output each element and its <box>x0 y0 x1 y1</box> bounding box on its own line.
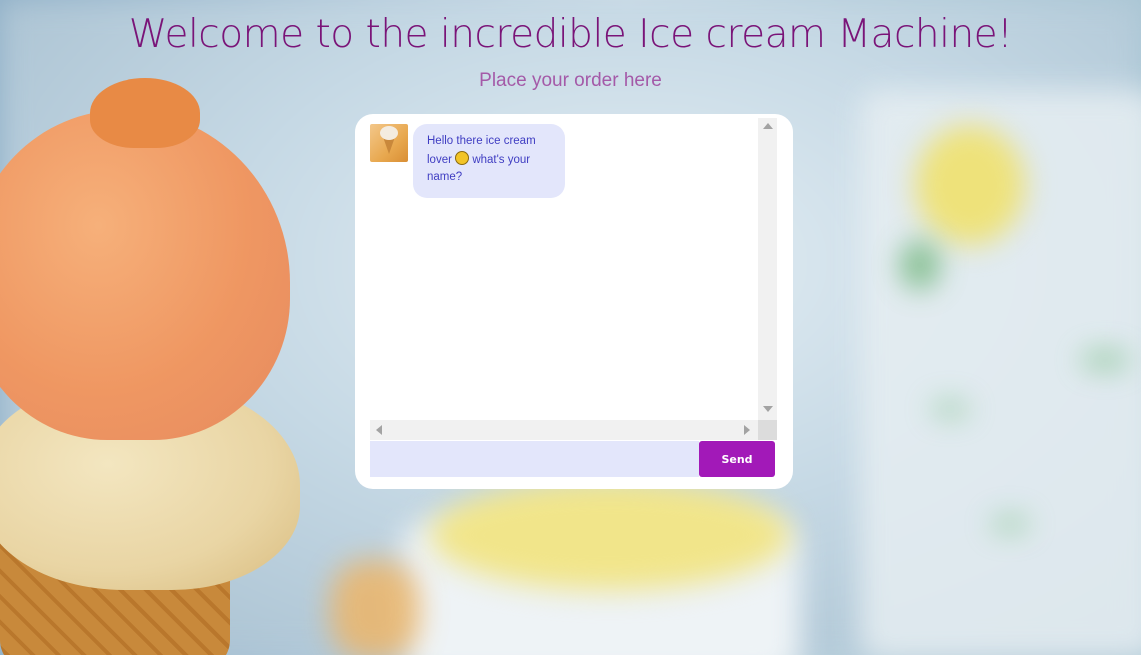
vertical-scrollbar[interactable] <box>758 118 777 420</box>
page-subtitle: Place your order here <box>479 70 662 91</box>
chat-widget: Hello there ice cream lover what's your … <box>355 114 793 489</box>
scroll-up-arrow-icon[interactable] <box>763 123 773 129</box>
chat-log[interactable]: Hello there ice cream lover what's your … <box>370 122 777 420</box>
message-input[interactable] <box>370 441 699 477</box>
scroll-left-arrow-icon[interactable] <box>376 425 382 435</box>
message-bubble: Hello there ice cream lover what's your … <box>413 124 565 198</box>
scrollbar-corner <box>758 420 777 440</box>
send-button[interactable]: Send <box>699 441 775 477</box>
scroll-down-arrow-icon[interactable] <box>763 406 773 412</box>
ice-cream-avatar-icon <box>370 124 408 162</box>
scroll-right-arrow-icon[interactable] <box>744 425 750 435</box>
horizontal-scrollbar[interactable] <box>370 420 758 440</box>
message-input-row: Send <box>370 441 775 477</box>
bot-message: Hello there ice cream lover what's your … <box>370 124 565 198</box>
page-title: Welcome to the incredible Ice cream Mach… <box>128 12 1013 57</box>
smiling-face-emoji-icon <box>455 150 470 165</box>
